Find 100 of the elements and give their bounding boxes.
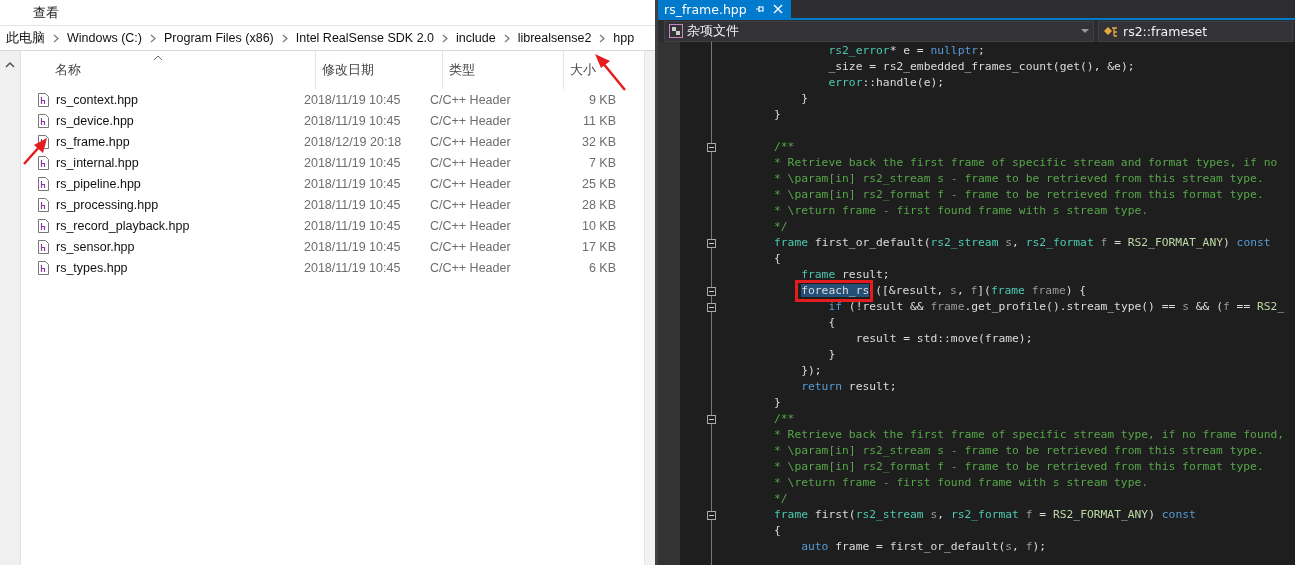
- collapse-icon[interactable]: [707, 239, 716, 248]
- file-name[interactable]: rs_context.hpp: [56, 92, 138, 107]
- table-cell-text: 2018/11/19 10:45: [303, 197, 402, 212]
- pin-icon[interactable]: [754, 4, 765, 14]
- breadcrumb-item[interactable]: hpp: [612, 31, 636, 45]
- table-cell-text: 17 KB: [580, 239, 616, 254]
- table-cell-text: 25 KB: [580, 176, 616, 191]
- scroll-up-icon[interactable]: [5, 61, 15, 68]
- header-file-icon: [38, 176, 49, 191]
- header-file-icon: [38, 155, 49, 170]
- column-header[interactable]: 名称: [35, 51, 316, 89]
- table-cell-text: 32 KB: [580, 134, 616, 149]
- file-name[interactable]: rs_record_playback.hpp: [56, 218, 190, 233]
- code-line: * \param[in] rs2_format f - frame to be retrieved from this format type.: [774, 460, 1264, 473]
- column-header[interactable]: 修改日期: [316, 51, 443, 89]
- breadcrumb-item[interactable]: Intel RealSense SDK 2.0: [294, 31, 436, 45]
- collapse-icon[interactable]: [707, 415, 716, 424]
- code-line: */: [774, 492, 788, 505]
- header-file-icon: [38, 113, 49, 128]
- code-line: {: [774, 524, 781, 537]
- table-cell-text: C/C++ Header: [429, 260, 512, 275]
- code-line: rs2_error* e = nullptr;: [827, 44, 985, 57]
- sort-caret-icon: [153, 55, 163, 61]
- code-line: * Retrieve back the first frame of specific stream and format types, if no: [774, 156, 1278, 169]
- file-name[interactable]: rs_types.hpp: [56, 260, 128, 275]
- collapse-icon[interactable]: [707, 287, 716, 296]
- chevron-icon: [281, 33, 288, 43]
- table-cell-text: 2018/11/19 10:45: [303, 239, 402, 254]
- address-bar[interactable]: 此电脑 Windows (C:) Program Files (x86) Intel RealSense SDK 2.0 include librealsense2 hpp: [0, 26, 655, 51]
- code-line: /**: [774, 412, 795, 425]
- code-line: frame result;: [800, 268, 890, 281]
- code-line: return result;: [800, 380, 897, 393]
- code-line: _size = rs2_embedded_frames_count(get(), &e);: [827, 60, 1135, 73]
- table-cell-text: 11 KB: [581, 113, 616, 128]
- code-line: frame first_or_default(rs2_stream s, rs2_format f = RS2_FORMAT_ANY) const: [774, 236, 1271, 249]
- scope-dropdown[interactable]: rs2::frameset: [1098, 20, 1293, 42]
- file-name[interactable]: rs_sensor.hpp: [56, 239, 135, 254]
- scrollbar[interactable]: [0, 51, 21, 565]
- file-name[interactable]: rs_device.hpp: [56, 113, 134, 128]
- table-cell-text: C/C++ Header: [429, 113, 512, 128]
- table-cell-text: C/C++ Header: [429, 134, 512, 149]
- code-line: {: [827, 316, 836, 329]
- file-name[interactable]: rs_processing.hpp: [56, 197, 159, 212]
- table-cell-text: 2018/11/19 10:45: [303, 92, 402, 107]
- table-cell-text: 2018/11/19 10:45: [303, 176, 402, 191]
- chevron-icon: [150, 33, 156, 43]
- code-line: foreach_rs ([&result, s, f](frame frame) {: [800, 284, 1087, 297]
- table-cell-text: C/C++ Header: [429, 176, 512, 191]
- breadcrumb-item[interactable]: 此电脑: [5, 29, 46, 47]
- table-cell-text: C/C++ Header: [429, 239, 512, 254]
- editor-tab[interactable]: rs_frame.hpp: [658, 0, 791, 18]
- code-line: error::handle(e);: [827, 76, 945, 89]
- table-cell-text: C/C++ Header: [429, 218, 512, 233]
- close-icon[interactable]: [772, 4, 783, 14]
- table-cell-text: C/C++ Header: [429, 155, 512, 170]
- table-cell-text: 10 KB: [580, 218, 616, 233]
- header-file-icon: [38, 260, 49, 275]
- code-line: /**: [774, 140, 795, 153]
- collapse-icon[interactable]: [707, 143, 716, 152]
- breadcrumb-item[interactable]: Windows (C:): [66, 31, 143, 45]
- header-file-icon: [38, 218, 49, 233]
- project-icon: [669, 24, 683, 38]
- arrow-icon: [22, 136, 50, 166]
- file-name[interactable]: rs_frame.hpp: [56, 134, 130, 149]
- code-line: result = std::move(frame);: [854, 332, 1033, 345]
- chevron-icon: [599, 33, 606, 43]
- file-name[interactable]: rs_internal.hpp: [56, 155, 139, 170]
- header-file-icon: [38, 239, 49, 254]
- code-line: * Retrieve back the first frame of specific stream type, if no frame found,: [774, 428, 1285, 441]
- code-line: }: [800, 92, 809, 105]
- table-cell-text: 28 KB: [580, 197, 616, 212]
- chevron-icon: [442, 33, 449, 43]
- collapse-icon[interactable]: [707, 511, 716, 520]
- class-icon: [1103, 24, 1119, 38]
- project-dropdown[interactable]: 杂项文件: [664, 20, 1094, 42]
- code-line: * \return frame - first found frame with s stream type.: [774, 204, 1149, 217]
- code-line: }: [827, 348, 836, 361]
- code-line: }: [774, 108, 781, 121]
- breadcrumb-item[interactable]: Program Files (x86): [163, 31, 275, 45]
- table-cell-text: 2018/12/19 20:18: [303, 134, 403, 149]
- menu-item[interactable]: 查看: [33, 3, 59, 22]
- table-cell-text: 2018/11/19 10:45: [303, 260, 402, 275]
- scrollbar[interactable]: [644, 51, 655, 565]
- code-line: auto frame = first_or_default(s, f);: [800, 540, 1047, 553]
- table-cell-text: 6 KB: [587, 260, 616, 275]
- table-cell-text: 2018/11/19 10:45: [303, 155, 402, 170]
- table-cell-text: 2018/11/19 10:45: [303, 218, 402, 233]
- file-name[interactable]: rs_pipeline.hpp: [56, 176, 141, 191]
- table-cell-text: C/C++ Header: [429, 92, 512, 107]
- code-line: });: [800, 364, 822, 377]
- code-line: * \param[in] rs2_stream s - frame to be retrieved from this stream type.: [774, 172, 1264, 185]
- column-header[interactable]: 类型: [443, 51, 564, 89]
- dropdown-caret-icon: [1081, 29, 1089, 33]
- code-line: * \param[in] rs2_format f - frame to be retrieved from this format type.: [774, 188, 1264, 201]
- breadcrumb-item[interactable]: librealsense2: [516, 31, 593, 45]
- breadcrumb-item[interactable]: include: [455, 31, 497, 45]
- table-cell-text: 2018/11/19 10:45: [303, 113, 402, 128]
- collapse-icon[interactable]: [707, 303, 716, 312]
- header-file-icon: [38, 92, 49, 107]
- column-header[interactable]: 大小: [564, 51, 642, 89]
